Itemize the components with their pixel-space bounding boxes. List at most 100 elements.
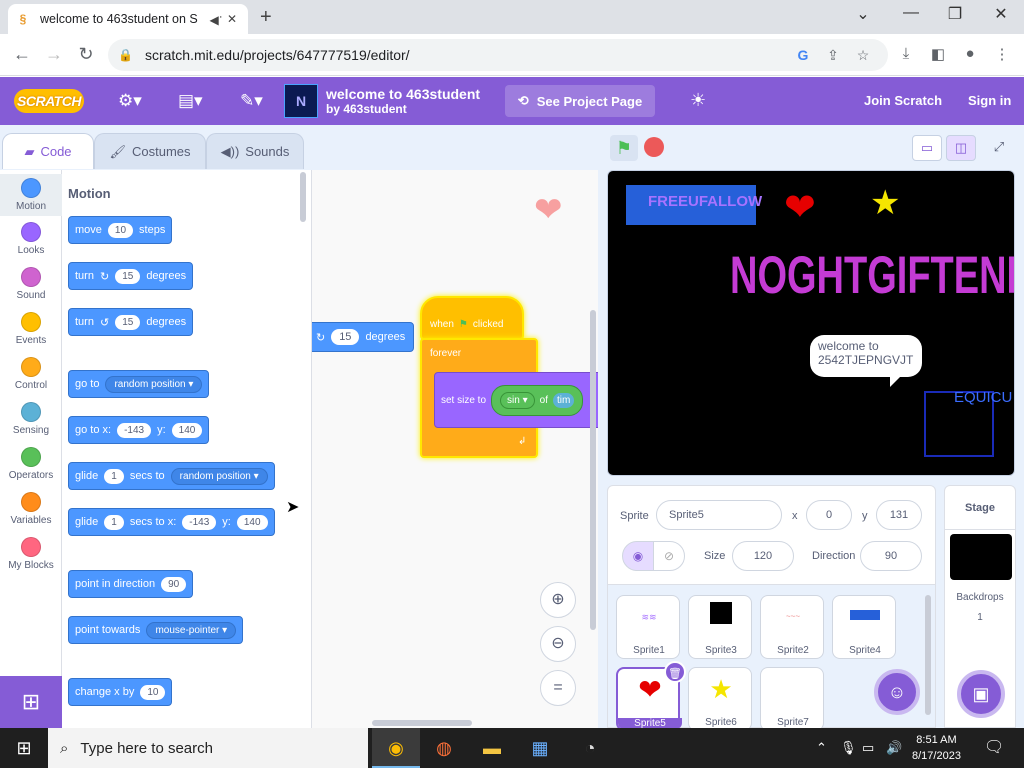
secs-input[interactable]: 1 [104,514,124,530]
fullscreen-button[interactable]: ⤢ [984,135,1014,161]
forward-icon[interactable]: → [42,44,66,65]
sprite-tile-sprite4[interactable]: Sprite4 [832,595,896,659]
see-project-page-button[interactable]: ⟲ See Project Page [505,85,655,117]
file-explorer-icon[interactable]: ▬ [468,728,516,768]
star-icon[interactable]: ☆ [848,47,878,64]
category-motion[interactable]: Motion [0,174,62,216]
address-bar[interactable]: 🔒 scratch.mit.edu/projects/647777519/edi… [108,39,888,71]
dragged-turn-block[interactable]: turn ↻ 15 degrees [312,322,415,352]
join-scratch-link[interactable]: Join Scratch [864,93,942,108]
edit-menu-icon[interactable]: ✎▾ [240,91,263,111]
tab-sounds[interactable]: ◀)) Sounds [206,133,304,169]
delete-sprite-icon[interactable]: 🗑 [664,661,686,683]
x-input[interactable]: 0 [806,500,852,530]
category-events[interactable]: Events [0,312,62,346]
secs-input[interactable]: 1 [104,468,124,484]
add-backdrop-button[interactable]: ▣ [957,670,1005,718]
sprite-name-input[interactable]: Sprite5 [656,500,782,530]
tab-costumes[interactable]: 🖌 Costumes [94,133,206,169]
change-x-input[interactable]: 10 [140,684,166,700]
app-icon[interactable]: ◔ [566,728,614,768]
y-input[interactable]: 140 [236,514,268,530]
profile-icon[interactable]: ● [958,45,982,62]
sprite-tile-sprite6[interactable]: ★ Sprite6 [688,667,752,731]
script-vscrollbar[interactable] [590,310,596,630]
taskbar-search[interactable]: ⌕ Type here to search [48,728,368,768]
category-control[interactable]: Control [0,357,62,391]
glide-block[interactable]: glide 1 secs to random position ▾ [68,462,275,490]
point-towards-block[interactable]: point towards mouse-pointer ▾ [68,616,244,644]
mute-icon[interactable]: ◀ॱ [208,11,224,28]
steps-input[interactable]: 10 [107,222,134,238]
size-input[interactable]: 120 [732,541,794,571]
math-op-dropdown[interactable]: sin ▾ [500,391,535,409]
when-flag-clicked-block[interactable]: when ⚑ clicked [420,296,524,340]
google-icon[interactable]: G [788,47,818,63]
degrees-input[interactable]: 15 [331,329,360,345]
turn-left-block[interactable]: turn ↺ 15 degrees [68,308,194,336]
windows-start-icon[interactable]: ⊞ [0,728,48,768]
script-area[interactable]: ❤ turn ↻ 15 degrees when ⚑ clicked forev… [312,170,598,728]
settings-gear-icon[interactable]: ⚙▾ [118,91,142,111]
category-sound[interactable]: Sound [0,267,62,301]
direction-input[interactable]: 90 [161,576,187,592]
reload-icon[interactable]: ↻ [74,44,98,65]
palette-scrollbar[interactable] [300,172,306,222]
theme-toggle-icon[interactable]: ☀ [690,90,706,111]
chrome-taskbar-icon[interactable]: ◉ [372,728,420,768]
category-looks[interactable]: Looks [0,222,62,256]
go-to-xy-block[interactable]: go to x: -143 y: 140 [68,416,210,444]
towards-dropdown[interactable]: mouse-pointer ▾ [146,621,237,639]
category-operators[interactable]: Operators [0,447,62,481]
large-stage-button[interactable]: ◫ [946,135,976,161]
file-menu-icon[interactable]: ▤▾ [178,91,203,111]
tab-search-icon[interactable]: ⌄ [848,4,878,24]
x-input[interactable]: -143 [117,422,152,438]
menu-icon[interactable]: ⋮ [990,45,1014,63]
sprite-tile-sprite1[interactable]: ≋≋ Sprite1 [616,595,680,659]
microphone-icon[interactable]: 🎙 [840,728,857,768]
show-sprite-icon[interactable]: ◉ [622,541,654,571]
sprite-list-scrollbar[interactable] [925,595,931,715]
set-size-block[interactable]: set size to sin ▾ of tim [434,372,598,428]
zoom-out-button[interactable]: ⊖ [540,626,576,662]
y-input[interactable]: 140 [171,422,203,438]
minimize-icon[interactable]: — [896,4,926,22]
degrees-input[interactable]: 15 [115,268,141,284]
category-sensing[interactable]: Sensing [0,402,62,436]
sprite-tile-sprite3[interactable]: Sprite3 [688,595,752,659]
sprite-tile-sprite5[interactable]: ❤ 🗑 Sprite5 [616,661,686,731]
restore-icon[interactable]: ❐ [940,4,970,24]
stage-target-pane[interactable]: Stage Backdrops 1 ▣ [944,485,1016,728]
category-variables[interactable]: Variables [0,492,62,526]
point-in-direction-block[interactable]: point in direction 90 [68,570,194,598]
tray-chevron-icon[interactable]: ⌃ [816,728,827,768]
turn-right-block[interactable]: turn ↻ 15 degrees [68,262,194,290]
volume-icon[interactable]: 🔊 [886,728,902,768]
go-to-block[interactable]: go to random position ▾ [68,370,210,398]
store-icon[interactable]: ▦ [516,728,564,768]
scratch-logo[interactable]: SCRATCH [14,89,84,113]
degrees-input[interactable]: 15 [115,314,141,330]
green-flag-button[interactable]: ⚑ [610,135,638,161]
taskbar-clock[interactable]: 8:51 AM 8/17/2023 [912,732,961,764]
zoom-in-button[interactable]: ⊕ [540,582,576,618]
direction-input[interactable]: 90 [860,541,922,571]
x-input[interactable]: -143 [182,514,217,530]
network-icon[interactable]: ▭ [862,728,874,768]
add-sprite-button[interactable]: ☺ [874,669,920,715]
move-steps-block[interactable]: move 10 steps [68,216,173,244]
close-tab-icon[interactable]: ✕ [224,12,240,26]
back-icon[interactable]: ← [10,44,34,65]
sprite-tile-sprite2[interactable]: ~~~ Sprite2 [760,595,824,659]
small-stage-button[interactable]: ▭ [912,135,942,161]
target-dropdown[interactable]: random position ▾ [170,467,268,485]
firefox-taskbar-icon[interactable]: ◍ [420,728,468,768]
download-icon[interactable]: ⤓ [894,45,918,62]
stage-canvas[interactable]: FREEUFALLOW ❤ ★ NOGHTGIFTENFS welcome to… [607,170,1015,476]
share-icon[interactable]: ⇪ [818,47,848,64]
new-tab-icon[interactable]: + [260,6,272,29]
sidebar-icon[interactable]: ◧ [926,45,950,63]
add-extension-button[interactable]: ⊞ [0,676,62,728]
glide-xy-block[interactable]: glide 1 secs to x: -143 y: 140 [68,508,275,536]
